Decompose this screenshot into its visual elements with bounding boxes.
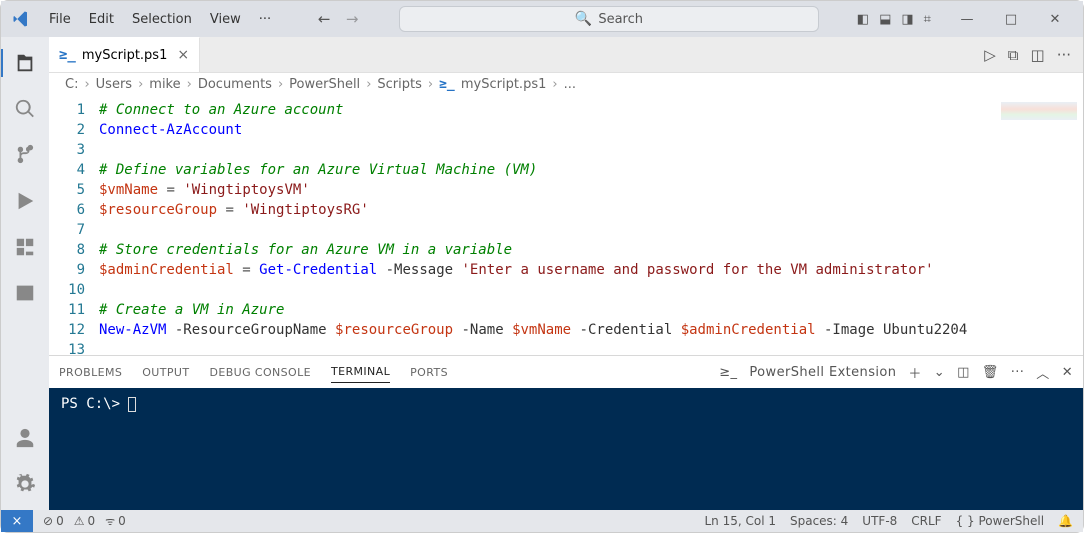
vscode-logo-icon bbox=[11, 9, 31, 29]
powershell-file-icon: ≥_ bbox=[59, 47, 76, 63]
run-debug-icon[interactable] bbox=[1, 181, 49, 221]
layout-controls: ◧ ⬓ ◨ ⌗ bbox=[857, 12, 931, 27]
crumb-mike[interactable]: mike bbox=[149, 77, 180, 92]
panel-tabs: Problems Output Debug Console Terminal P… bbox=[49, 356, 1083, 388]
kill-terminal-icon[interactable]: 🗑 bbox=[982, 365, 999, 380]
status-errors[interactable]: ⊘0 bbox=[43, 514, 64, 528]
crumb-root[interactable]: C: bbox=[65, 77, 78, 92]
crumb-tail[interactable]: ... bbox=[564, 77, 576, 92]
terminal-shell-label[interactable]: PowerShell Extension bbox=[749, 365, 896, 380]
status-notifications-icon[interactable]: 🔔 bbox=[1058, 514, 1073, 528]
terminal-split-dropdown-icon[interactable]: ⌄ bbox=[934, 365, 945, 380]
panel-tab-debug[interactable]: Debug Console bbox=[209, 362, 311, 383]
close-panel-icon[interactable]: ✕ bbox=[1062, 365, 1073, 380]
window-controls: — □ ✕ bbox=[945, 1, 1077, 37]
status-ports[interactable]: ᯤ0 bbox=[105, 514, 126, 529]
tab-filename: myScript.ps1 bbox=[82, 48, 168, 63]
editor-tab-myscript[interactable]: ≥_ myScript.ps1 × bbox=[49, 37, 200, 72]
status-eol[interactable]: CRLF bbox=[911, 514, 941, 528]
status-cursor-position[interactable]: Ln 15, Col 1 bbox=[704, 514, 776, 528]
terminal-prompt: PS C:\> bbox=[61, 396, 128, 412]
panel-tab-ports[interactable]: Ports bbox=[410, 362, 448, 383]
terminal[interactable]: PS C:\> bbox=[49, 388, 1083, 510]
minimize-button[interactable]: — bbox=[945, 1, 989, 37]
settings-gear-icon[interactable] bbox=[1, 464, 49, 504]
status-bar: × ⊘0 ⚠0 ᯤ0 Ln 15, Col 1 Spaces: 4 UTF-8 … bbox=[1, 510, 1083, 532]
terminal-cursor bbox=[128, 397, 136, 412]
status-language[interactable]: { } PowerShell bbox=[956, 514, 1044, 528]
crumb-powershell[interactable]: PowerShell bbox=[289, 77, 360, 92]
search-placeholder: Search bbox=[598, 12, 643, 27]
menubar: File Edit Selection View ··· bbox=[41, 8, 279, 31]
editor-tabs: ≥_ myScript.ps1 × ▷ ⧉ ◫ ··· bbox=[49, 37, 1083, 73]
panel-tab-problems[interactable]: Problems bbox=[59, 362, 122, 383]
customize-layout-icon[interactable]: ⌗ bbox=[924, 12, 931, 27]
nav-arrows: ← → bbox=[315, 10, 361, 28]
accounts-icon[interactable] bbox=[1, 418, 49, 458]
nav-forward-icon[interactable]: → bbox=[343, 10, 361, 28]
search-view-icon[interactable] bbox=[1, 89, 49, 129]
activity-bar bbox=[1, 37, 49, 510]
extensions-icon[interactable] bbox=[1, 227, 49, 267]
editor-title-actions: ▷ ⧉ ◫ ··· bbox=[984, 37, 1083, 72]
line-number-gutter: 123 456 789 101112 13 bbox=[49, 96, 99, 355]
search-icon: 🔍 bbox=[575, 11, 592, 27]
panel-tab-output[interactable]: Output bbox=[142, 362, 189, 383]
terminal-shell-icon: ≥_ bbox=[719, 365, 737, 380]
powershell-view-icon[interactable] bbox=[1, 273, 49, 313]
status-encoding[interactable]: UTF-8 bbox=[862, 514, 897, 528]
code-editor[interactable]: 123 456 789 101112 13 # Connect to an Az… bbox=[49, 96, 1083, 355]
explorer-icon[interactable] bbox=[1, 43, 49, 83]
toggle-primary-sidebar-icon[interactable]: ◧ bbox=[857, 12, 869, 27]
menu-selection[interactable]: Selection bbox=[124, 8, 200, 31]
toggle-secondary-sidebar-icon[interactable]: ◨ bbox=[901, 12, 913, 27]
menu-view[interactable]: View bbox=[202, 8, 249, 31]
close-window-button[interactable]: ✕ bbox=[1033, 1, 1077, 37]
maximize-button[interactable]: □ bbox=[989, 1, 1033, 37]
title-bar: File Edit Selection View ··· ← → 🔍 Searc… bbox=[1, 1, 1083, 37]
remote-indicator-icon[interactable]: × bbox=[1, 510, 33, 532]
split-terminal-icon[interactable]: ◫ bbox=[957, 365, 970, 380]
toggle-panel-icon[interactable]: ⬓ bbox=[879, 12, 891, 27]
panel-tab-terminal[interactable]: Terminal bbox=[331, 361, 390, 383]
nav-back-icon[interactable]: ← bbox=[315, 10, 333, 28]
command-center-search[interactable]: 🔍 Search bbox=[399, 6, 819, 32]
crumb-scripts[interactable]: Scripts bbox=[377, 77, 421, 92]
menu-overflow-icon[interactable]: ··· bbox=[251, 8, 279, 31]
tab-close-icon[interactable]: × bbox=[177, 47, 189, 63]
status-indent[interactable]: Spaces: 4 bbox=[790, 514, 848, 528]
run-script-icon[interactable]: ▷ bbox=[984, 46, 996, 64]
status-warnings[interactable]: ⚠0 bbox=[74, 514, 95, 528]
crumb-file[interactable]: ≥_ myScript.ps1 bbox=[439, 77, 546, 92]
breadcrumbs[interactable]: C:› Users› mike› Documents› PowerShell› … bbox=[49, 73, 1083, 96]
menu-edit[interactable]: Edit bbox=[81, 8, 122, 31]
run-selection-icon[interactable]: ⧉ bbox=[1008, 46, 1019, 64]
maximize-panel-icon[interactable]: ︿ bbox=[1036, 363, 1049, 382]
menu-file[interactable]: File bbox=[41, 8, 79, 31]
bottom-panel: Problems Output Debug Console Terminal P… bbox=[49, 355, 1083, 510]
source-control-icon[interactable] bbox=[1, 135, 49, 175]
panel-more-icon[interactable]: ··· bbox=[1011, 365, 1025, 380]
code-lines[interactable]: # Connect to an Azure account Connect-Az… bbox=[99, 96, 1083, 355]
powershell-file-icon: ≥_ bbox=[439, 77, 455, 92]
split-editor-icon[interactable]: ◫ bbox=[1031, 46, 1045, 64]
new-terminal-icon[interactable]: ＋ bbox=[908, 363, 921, 382]
minimap[interactable] bbox=[1001, 102, 1077, 120]
more-actions-icon[interactable]: ··· bbox=[1057, 46, 1071, 64]
crumb-documents[interactable]: Documents bbox=[198, 77, 272, 92]
crumb-users[interactable]: Users bbox=[96, 77, 132, 92]
